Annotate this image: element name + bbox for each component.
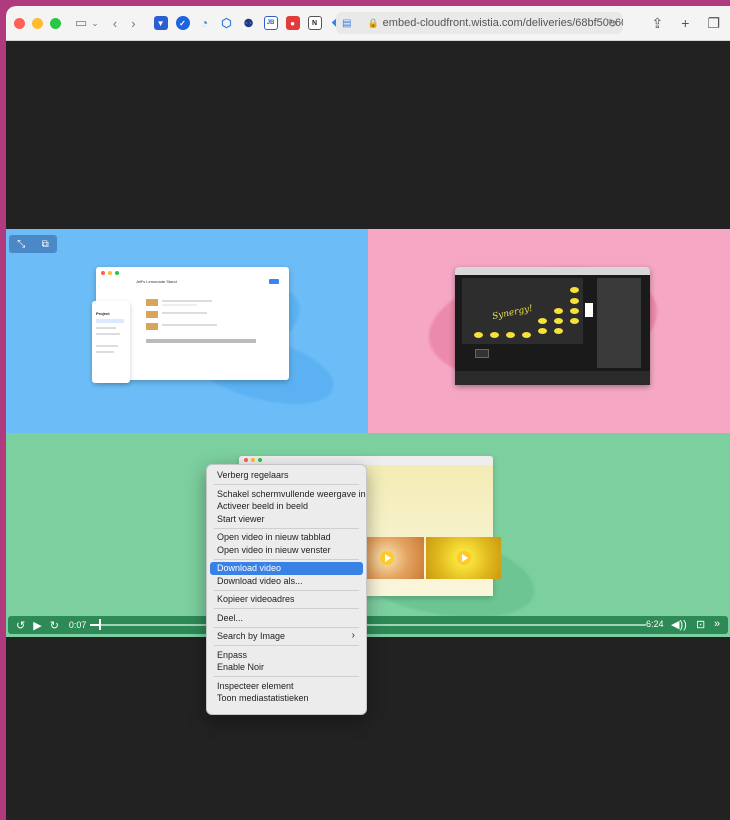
- menu-item-kopieer-videoadres[interactable]: Kopieer videoadres: [210, 593, 363, 606]
- forward-icon[interactable]: ›: [131, 16, 135, 31]
- menu-item-enable-noir[interactable]: Enable Noir: [210, 661, 363, 674]
- menu-item-download-video[interactable]: Download video: [210, 562, 363, 575]
- box-icon[interactable]: ⬡: [220, 16, 234, 30]
- reload-icon[interactable]: ↻: [608, 17, 617, 30]
- menu-separator: [214, 608, 359, 609]
- toggle-icon[interactable]: ⚉: [242, 16, 256, 30]
- mock-title: Jeff's Lemonade Stand: [136, 279, 177, 284]
- share-icon[interactable]: ⇪: [652, 15, 664, 32]
- menu-separator: [214, 626, 359, 628]
- context-menu: Verberg regelaars Schakel schermvullende …: [206, 464, 367, 715]
- menu-separator: [214, 676, 359, 677]
- video-quad-blue: Jeff's Lemonade Stand Project: [6, 229, 368, 433]
- player-controls: ↺ ▶ ↻ 0:07 6:24 ◀)) ⊡ »: [8, 616, 728, 634]
- address-bar[interactable]: ▤ 🔒 embed-cloudfront.wistia.com/deliveri…: [336, 12, 623, 34]
- menu-item-open-video-in-nieuw-tabblad[interactable]: Open video in nieuw tabblad: [210, 531, 363, 544]
- mock-presentation-window: Synergy!: [455, 267, 650, 385]
- chevron-down-icon[interactable]: ⌄: [91, 18, 99, 29]
- record-icon[interactable]: ●: [285, 16, 300, 30]
- duration: 6:24: [646, 619, 664, 629]
- page-icon: ▤: [342, 17, 352, 29]
- shield-icon[interactable]: ▼: [153, 16, 168, 30]
- rewind-icon[interactable]: ↺: [16, 619, 25, 632]
- play-icon: [380, 551, 394, 565]
- menu-item-toon-mediastatistieken[interactable]: Toon mediastatistieken: [210, 692, 363, 705]
- url-text: embed-cloudfront.wistia.com/deliveries/6…: [382, 17, 623, 29]
- video-quad-green: [6, 433, 730, 637]
- menu-item-open-video-in-nieuw-venster[interactable]: Open video in nieuw venster: [210, 544, 363, 557]
- notion-icon[interactable]: N: [307, 16, 322, 30]
- tab-overview-icon[interactable]: ❐: [707, 15, 720, 32]
- mock-slide: Synergy!: [462, 278, 583, 344]
- copilot-icon[interactable]: ◔: [198, 16, 212, 30]
- progress-track[interactable]: [90, 624, 646, 626]
- video-quad-pink: Synergy!: [368, 229, 730, 433]
- current-time: 0:07: [68, 620, 87, 630]
- menu-item-search-by-image[interactable]: Search by Image ›: [210, 630, 363, 643]
- mock-side-panel: [597, 278, 641, 368]
- menu-item-enpass[interactable]: Enpass: [210, 649, 363, 662]
- video-player[interactable]: Jeff's Lemonade Stand Project Synergy! ⤡…: [6, 229, 730, 637]
- menu-separator: [214, 558, 359, 560]
- menu-separator: [214, 589, 359, 591]
- lock-icon: 🔒: [367, 17, 379, 28]
- menu-separator: [214, 484, 359, 485]
- menu-item-deel[interactable]: Deel...: [210, 612, 363, 625]
- menu-item-verberg-regelaars[interactable]: Verberg regelaars: [210, 469, 363, 482]
- sidebar-toggle-icon[interactable]: ▭: [75, 15, 87, 31]
- new-tab-icon[interactable]: +: [681, 15, 689, 32]
- menu-item-download-video-als[interactable]: Download video als...: [210, 575, 363, 588]
- picture-in-picture-icon: ⧉: [41, 238, 49, 250]
- jb-icon[interactable]: JB: [263, 16, 278, 30]
- expand-icon: ⤡: [17, 238, 26, 250]
- volume-icon[interactable]: ◀)): [671, 618, 687, 631]
- maximize-window-button[interactable]: [50, 17, 61, 29]
- menu-item-activeer-beeld-in-beeld[interactable]: Activeer beeld in beeld: [210, 500, 363, 513]
- mock-sidebar: Project: [92, 301, 130, 383]
- menu-item-schakel-schermvullende-weergave-in[interactable]: Schakel schermvullende weergave in: [210, 488, 366, 501]
- browser-window: ▭ ⌄ ‹ › ▼ ✓ ◔ ⬡ ⚉ JB ● N ❖ ▤ 🔒 embed-clo…: [6, 6, 730, 820]
- back-icon[interactable]: ‹: [113, 16, 117, 31]
- play-button[interactable]: ▶: [33, 619, 41, 632]
- window-controls: [14, 17, 61, 29]
- chevron-right-icon: ›: [351, 630, 355, 641]
- airplay-icon[interactable]: ⊡: [696, 618, 705, 631]
- play-icon: [457, 551, 471, 565]
- mock-sidebar-title: Project: [96, 311, 110, 316]
- expand-button[interactable]: ⤡ ⧉: [9, 235, 57, 253]
- close-window-button[interactable]: [14, 17, 25, 29]
- menu-item-start-viewer[interactable]: Start viewer: [210, 513, 363, 526]
- minimize-window-button[interactable]: [32, 17, 43, 29]
- menu-item-inspecteer-element[interactable]: Inspecteer element: [210, 680, 363, 693]
- menu-separator: [214, 645, 359, 646]
- forward-skip-icon[interactable]: ↻: [50, 619, 59, 632]
- browser-toolbar: ▭ ⌄ ‹ › ▼ ✓ ◔ ⬡ ⚉ JB ● N ❖ ▤ 🔒 embed-clo…: [6, 6, 730, 41]
- chevron-right-icon[interactable]: »: [714, 618, 720, 630]
- mock-slide-text: Synergy!: [491, 303, 534, 323]
- menu-separator: [214, 527, 359, 529]
- progress-knob[interactable]: [99, 619, 101, 630]
- check-icon[interactable]: ✓: [175, 16, 190, 30]
